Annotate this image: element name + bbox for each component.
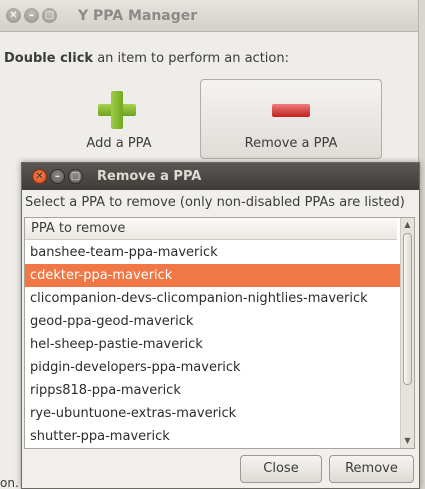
list-item[interactable]: banshee-team-ppa-maverick <box>25 241 407 264</box>
list-item[interactable]: pidgin-developers-ppa-maverick <box>25 356 407 379</box>
background-text-fragment: on. <box>0 476 19 489</box>
scrollbar-thumb[interactable] <box>403 233 412 385</box>
vertical-scrollbar[interactable]: ▲ ▼ <box>400 218 414 448</box>
list-item[interactable]: geod-ppa-geod-maverick <box>25 310 407 333</box>
maximize-icon: □ <box>70 171 81 182</box>
dialog-minimize-button[interactable]: – <box>50 169 65 184</box>
scroll-up-icon[interactable]: ▲ <box>401 218 414 232</box>
add-ppa-button[interactable]: Add a PPA <box>56 80 182 158</box>
window-maximize-button[interactable]: □ <box>42 8 57 23</box>
minus-icon <box>272 104 310 117</box>
remove-ppa-dialog: ✕ – □ Remove a PPA Select a PPA to remov… <box>21 162 420 489</box>
remove-ppa-label: Remove a PPA <box>244 136 338 151</box>
list-item-selected[interactable]: cdekter-ppa-maverick <box>25 264 407 287</box>
minimize-icon: – <box>55 171 60 182</box>
dialog-titlebar: ✕ – □ Remove a PPA <box>22 163 419 190</box>
remove-ppa-button[interactable]: Remove a PPA <box>200 79 382 159</box>
instruction-rest: an item to perform an action: <box>93 51 289 66</box>
maximize-icon: □ <box>44 10 55 21</box>
list-item[interactable]: rye-ubuntuone-extras-maverick <box>25 402 407 425</box>
column-header[interactable]: PPA to remove <box>25 218 397 240</box>
dialog-instruction: Select a PPA to remove (only non-disable… <box>25 195 405 210</box>
instruction-bold: Double click <box>4 51 94 66</box>
window-minimize-button[interactable]: – <box>24 8 39 23</box>
list-item[interactable]: shutter-ppa-maverick <box>25 425 407 448</box>
close-icon: ✕ <box>35 171 44 182</box>
minimize-icon: – <box>29 10 34 21</box>
dialog-maximize-button[interactable]: □ <box>68 169 83 184</box>
list-item[interactable]: clicompanion-devs-clicompanion-nightlies… <box>25 287 407 310</box>
close-icon: ✕ <box>9 10 18 21</box>
window-close-button[interactable]: ✕ <box>6 8 21 23</box>
main-titlebar: ✕ – □ Y PPA Manager <box>0 0 418 32</box>
main-window-title: Y PPA Manager <box>78 8 198 24</box>
dialog-title: Remove a PPA <box>97 169 202 184</box>
list-item[interactable]: ripps818-ppa-maverick <box>25 379 407 402</box>
remove-button[interactable]: Remove <box>329 455 414 483</box>
ppa-list[interactable]: PPA to remove banshee-team-ppa-maverick … <box>24 217 415 449</box>
close-button[interactable]: Close <box>240 455 322 483</box>
column-header-label: PPA to remove <box>31 221 126 236</box>
ppa-rows: banshee-team-ppa-maverick cdekter-ppa-ma… <box>25 241 407 448</box>
add-ppa-label: Add a PPA <box>86 136 152 151</box>
main-instruction: Double click an item to perform an actio… <box>4 51 289 66</box>
plus-icon <box>98 91 136 129</box>
scroll-down-icon[interactable]: ▼ <box>401 434 414 448</box>
dialog-close-button[interactable]: ✕ <box>32 169 47 184</box>
list-item[interactable]: hel-sheep-pastie-maverick <box>25 333 407 356</box>
